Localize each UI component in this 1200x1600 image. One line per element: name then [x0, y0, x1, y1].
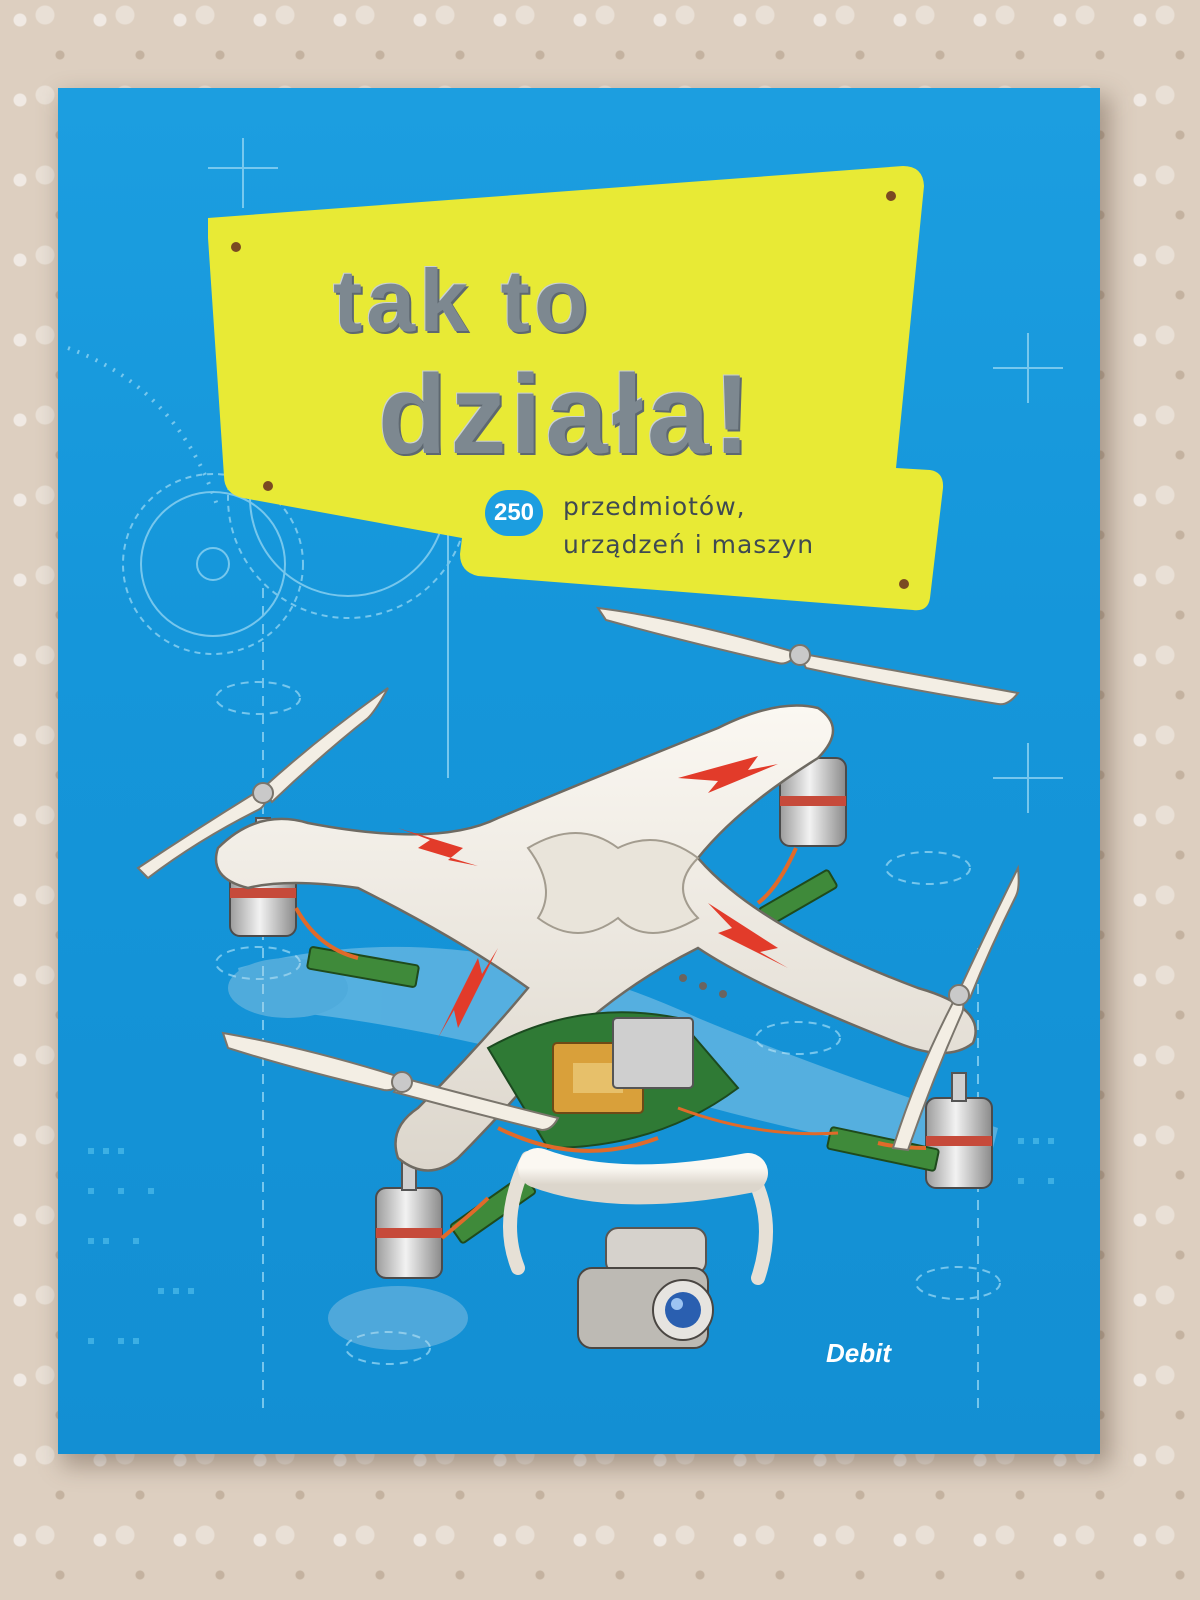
count-badge: 250 — [485, 490, 543, 536]
motor-back-left — [375, 1157, 443, 1279]
gimbal-camera — [577, 1227, 714, 1349]
subtitle-line-2: urządzeń i maszyn — [563, 530, 815, 559]
publisher-logo: Debit — [826, 1338, 891, 1368]
book-title-line-2: działa! — [378, 352, 755, 477]
motor-back-right — [925, 1072, 993, 1189]
book-cover: tak to działa! 250 przedmiotów, urządzeń… — [58, 88, 1100, 1454]
photo-scene: tak to działa! 250 przedmiotów, urządzeń… — [0, 0, 1200, 1600]
book-title-line-1: tak to — [333, 251, 592, 350]
book-subtitle: przedmiotów, urządzeń i maszyn — [563, 488, 923, 564]
subtitle-line-1: przedmiotów, — [563, 492, 746, 521]
